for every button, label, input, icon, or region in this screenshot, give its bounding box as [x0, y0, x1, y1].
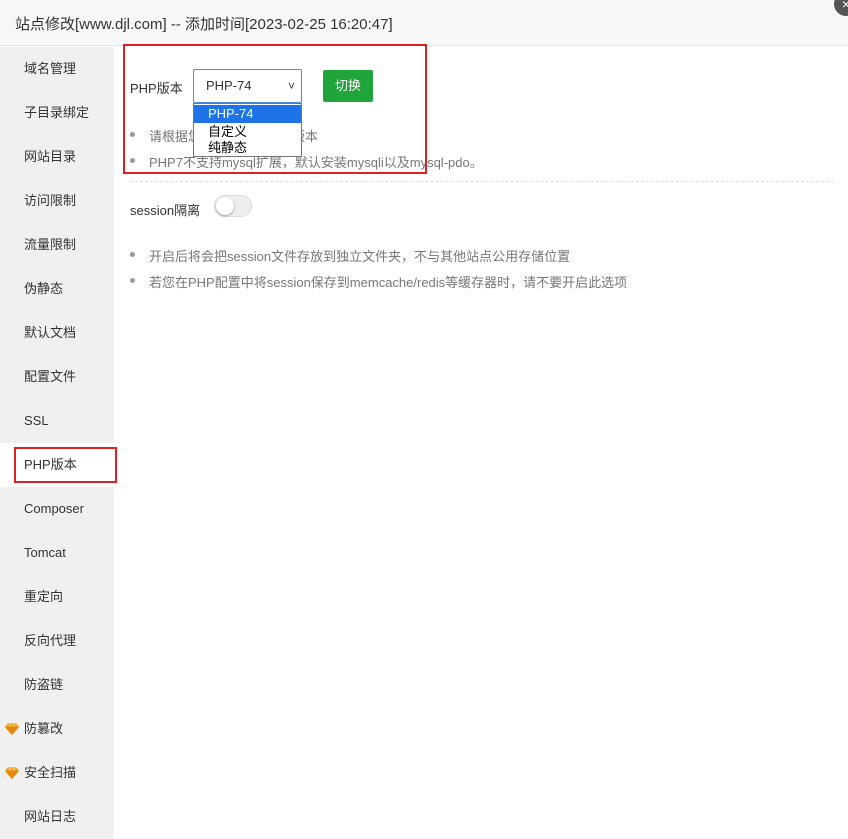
bullet-icon — [130, 278, 135, 283]
sidebar-item-site-dir[interactable]: 网站目录 — [0, 135, 114, 179]
sidebar-item-label: 默认文档 — [24, 325, 77, 340]
highlight-box — [14, 447, 117, 483]
sidebar-item-security-scan[interactable]: 安全扫描 — [0, 751, 114, 795]
session-note-2: 若您在PHP配置中将session保存到memcache/redis等缓存器时，… — [149, 275, 628, 290]
sidebar-item-label: 伪静态 — [24, 281, 64, 296]
sidebar-item-subdir[interactable]: 子目录绑定 — [0, 91, 114, 135]
session-isolation-label: session隔离 — [130, 203, 201, 218]
sidebar-item-site-log[interactable]: 网站日志 — [0, 795, 114, 839]
sidebar-item-label: 防篡改 — [24, 721, 64, 736]
sidebar-item-label: Composer — [24, 501, 84, 516]
sidebar-item-redirect[interactable]: 重定向 — [0, 575, 114, 619]
sidebar-item-domain[interactable]: 域名管理 — [0, 47, 114, 91]
sidebar-item-label: 网站目录 — [24, 149, 77, 164]
divider — [130, 181, 834, 182]
sidebar-item-label: 防盗链 — [24, 677, 64, 692]
sidebar-item-composer[interactable]: Composer — [0, 487, 114, 531]
sidebar-item-label: Tomcat — [24, 545, 66, 560]
window-title: 站点修改[www.djl.com] -- 添加时间[2023-02-25 16:… — [15, 16, 393, 33]
sidebar-item-access-limit[interactable]: 访问限制 — [0, 179, 114, 223]
highlight-box — [123, 44, 427, 174]
sidebar-item-label: 重定向 — [24, 589, 64, 604]
sidebar-item-traffic-limit[interactable]: 流量限制 — [0, 223, 114, 267]
toggle-knob — [216, 197, 234, 215]
sidebar-item-rewrite[interactable]: 伪静态 — [0, 267, 114, 311]
sidebar-item-reverse-proxy[interactable]: 反向代理 — [0, 619, 114, 663]
sidebar-item-label: 访问限制 — [24, 193, 77, 208]
sidebar-item-ssl[interactable]: SSL — [0, 399, 114, 443]
sidebar-item-label: 域名管理 — [24, 61, 77, 76]
bullet-icon — [130, 252, 135, 257]
sidebar-item-hotlink[interactable]: 防盗链 — [0, 663, 114, 707]
sidebar-item-label: 网站日志 — [24, 809, 77, 824]
sidebar-item-label: 子目录绑定 — [24, 105, 90, 120]
sidebar-item-tamper-proof[interactable]: 防篡改 — [0, 707, 114, 751]
sidebar-item-php-version[interactable]: PHP版本 — [0, 443, 117, 487]
sidebar-item-config-file[interactable]: 配置文件 — [0, 355, 114, 399]
session-isolation-toggle[interactable] — [214, 195, 252, 217]
session-note-1: 开启后将会把session文件存放到独立文件夹，不与其他站点公用存储位置 — [149, 249, 571, 264]
sidebar-item-default-doc[interactable]: 默认文档 — [0, 311, 114, 355]
sidebar-item-label: 反向代理 — [24, 633, 77, 648]
sidebar-item-label: SSL — [24, 413, 49, 428]
sidebar: 域名管理 子目录绑定 网站目录 访问限制 流量限制 伪静态 默认文档 配置文件 … — [0, 47, 117, 839]
sidebar-item-label: 配置文件 — [24, 369, 77, 384]
sidebar-item-tomcat[interactable]: Tomcat — [0, 531, 114, 575]
sidebar-item-label: 流量限制 — [24, 237, 77, 252]
sidebar-item-label: 安全扫描 — [24, 765, 77, 780]
window-titlebar: 站点修改[www.djl.com] -- 添加时间[2023-02-25 16:… — [0, 0, 848, 46]
diamond-icon — [5, 767, 19, 779]
diamond-icon — [5, 723, 19, 735]
